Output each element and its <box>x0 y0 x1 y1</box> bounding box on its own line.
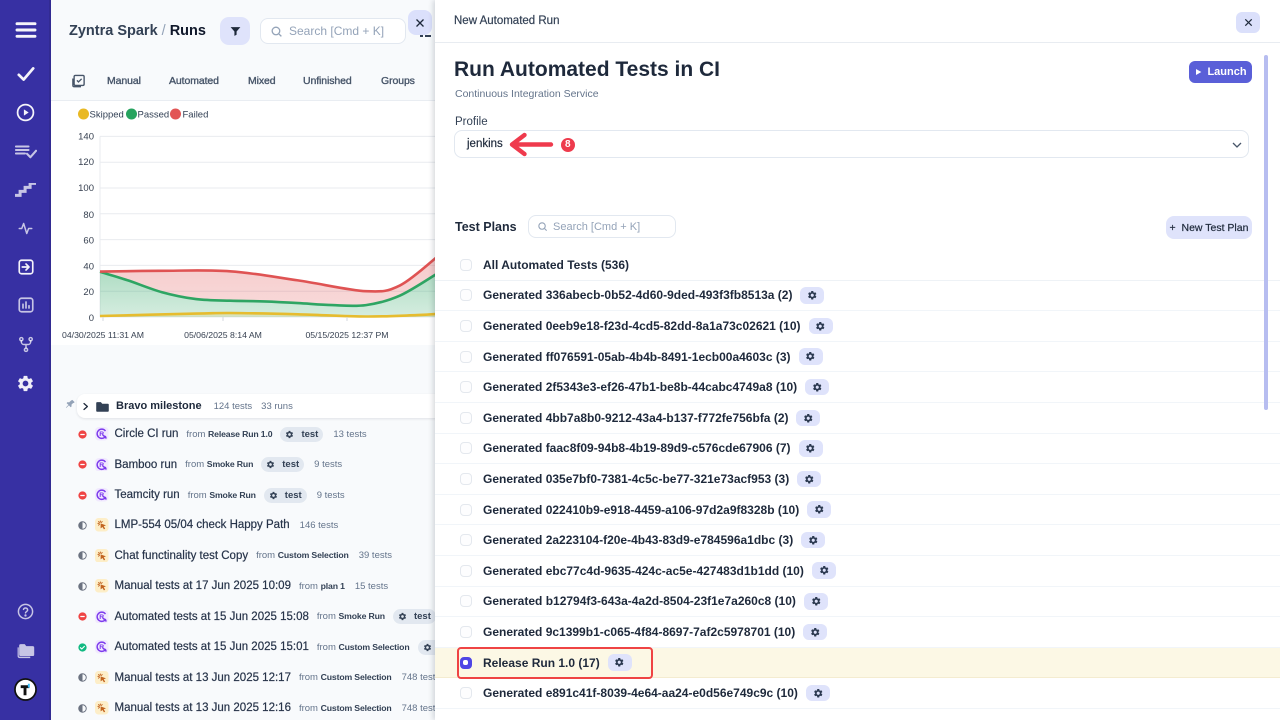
svg-text:Skipped: Skipped <box>90 110 124 121</box>
svg-text:Passed: Passed <box>138 110 170 121</box>
svg-text:100: 100 <box>78 183 94 194</box>
svg-text:0: 0 <box>89 313 94 324</box>
svg-text:60: 60 <box>83 236 94 247</box>
svg-text:05/15/2025 12:37 PM: 05/15/2025 12:37 PM <box>305 330 388 340</box>
svg-text:20: 20 <box>83 287 94 298</box>
svg-text:120: 120 <box>78 157 94 168</box>
svg-text:140: 140 <box>78 131 94 142</box>
svg-text:40: 40 <box>83 261 94 272</box>
svg-text:05/06/2025 8:14 AM: 05/06/2025 8:14 AM <box>184 330 262 340</box>
svg-text:04/30/2025 11:31 AM: 04/30/2025 11:31 AM <box>62 330 144 340</box>
svg-text:Failed: Failed <box>183 110 209 121</box>
svg-text:80: 80 <box>83 210 94 221</box>
